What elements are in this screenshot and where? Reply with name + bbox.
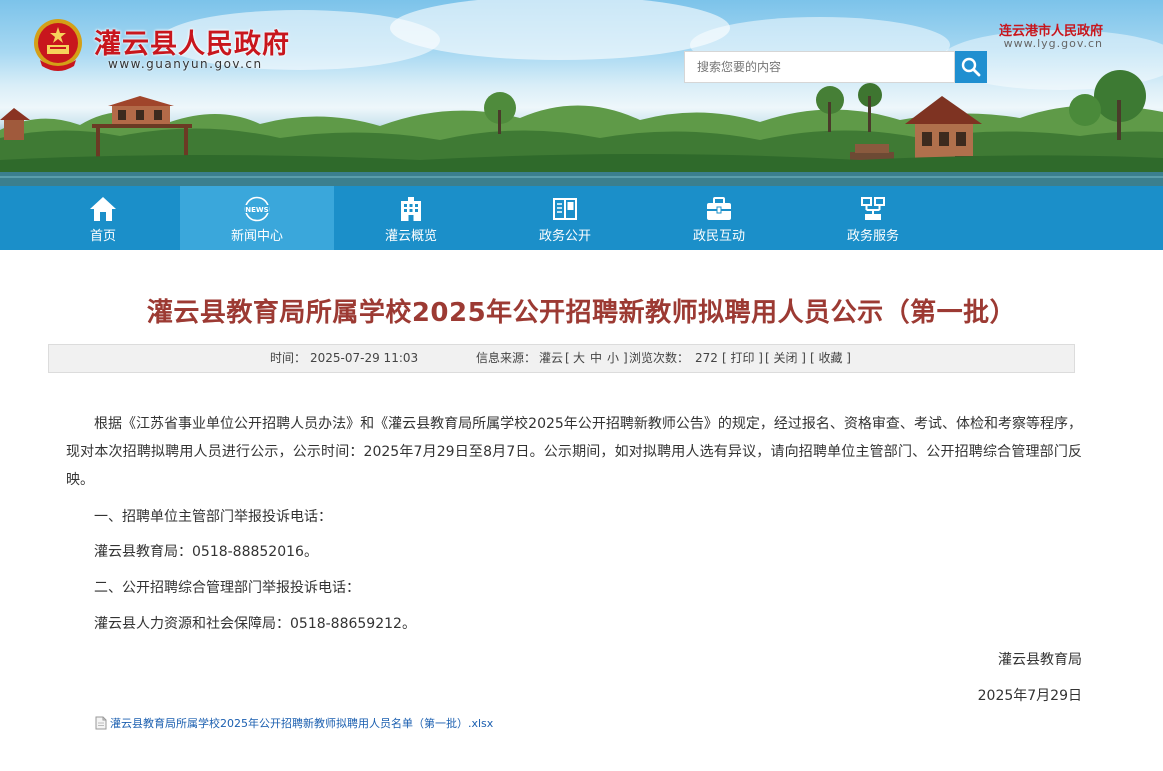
font-size-medium-button[interactable]: 中	[590, 345, 602, 372]
news-icon: NEWS	[244, 196, 270, 222]
nav-item-home[interactable]: 首页	[26, 186, 180, 250]
view-count: 272	[695, 351, 718, 365]
nav-item-news[interactable]: NEWS 新闻中心	[180, 186, 334, 250]
source-value: 灌云	[539, 351, 564, 365]
site-title[interactable]: 灌云县人民政府	[94, 22, 290, 61]
nav-label: 新闻中心	[230, 229, 283, 244]
service-icon	[861, 197, 885, 220]
nav-item-services[interactable]: 政务服务	[796, 186, 950, 250]
complaint-phone-2: 灌云县人力资源和社会保障局：0518-88659212。	[94, 616, 416, 632]
signature-date: 2025年7月29日	[977, 688, 1082, 704]
nav-label: 首页	[89, 229, 116, 244]
article-meta-bar: 时间： 2025-07-29 11:03 信息来源： 灌云 [ 大 中 小 ] …	[48, 344, 1075, 373]
national-emblem-icon	[34, 19, 82, 71]
main-navigation: 首页 NEWS 新闻中心 灌云概览 政务公开 政民互动 政务服务	[0, 186, 1163, 250]
book-icon	[553, 198, 577, 220]
article-paragraph: 根据《江苏省事业单位公开招聘人员办法》和《灌云县教育局所属学校2025年公开招聘…	[66, 416, 1082, 488]
complaint-heading-2: 二、公开招聘综合管理部门举报投诉电话：	[94, 580, 360, 596]
nav-item-overview[interactable]: 灌云概览	[334, 186, 488, 250]
favorite-button[interactable]: [ 收藏 ]	[810, 345, 851, 372]
attachment-link[interactable]: 灌云县教育局所属学校2025年公开招聘新教师拟聘用人员名单（第一批）.xlsx	[95, 715, 493, 731]
close-button[interactable]: [ 关闭 ]	[765, 345, 806, 372]
site-url: www.guanyun.gov.cn	[108, 57, 263, 71]
print-button[interactable]: [ 打印 ]	[722, 345, 763, 372]
font-size-bracket-open: [	[565, 351, 570, 365]
city-government-url: www.lyg.gov.cn	[1003, 37, 1103, 50]
nav-label: 灌云概览	[384, 229, 437, 244]
views-label: 浏览次数：	[629, 351, 690, 365]
complaint-phone-1: 灌云县教育局：0518-88852016。	[94, 544, 318, 560]
nav-label: 政民互动	[692, 229, 745, 244]
time-label: 时间：	[270, 351, 307, 365]
nav-label: 政务公开	[538, 229, 591, 244]
font-size-bracket-close: ]	[623, 351, 628, 365]
search-icon	[961, 57, 981, 77]
svg-text:NEWS: NEWS	[245, 206, 268, 214]
complaint-heading-1: 一、招聘单位主管部门举报投诉电话：	[94, 509, 332, 525]
search-button[interactable]	[955, 51, 987, 83]
font-size-small-button[interactable]: 小	[607, 345, 619, 372]
briefcase-icon	[707, 197, 731, 220]
home-icon	[90, 197, 116, 221]
search-input[interactable]	[684, 51, 955, 83]
building-icon	[401, 197, 421, 221]
signature-org: 灌云县教育局	[998, 652, 1082, 668]
file-icon	[95, 716, 107, 730]
nav-item-government-affairs[interactable]: 政务公开	[488, 186, 642, 250]
nav-item-interaction[interactable]: 政民互动	[642, 186, 796, 250]
attachment-filename: 灌云县教育局所属学校2025年公开招聘新教师拟聘用人员名单（第一批）.xlsx	[110, 717, 494, 730]
publish-time: 2025-07-29 11:03	[310, 351, 419, 365]
font-size-large-button[interactable]: 大	[573, 345, 585, 372]
header-banner: 灌云县人民政府 www.guanyun.gov.cn 连云港市人民政府 www.…	[0, 0, 1163, 186]
article-title: 灌云县教育局所属学校2025年公开招聘新教师拟聘用人员公示（第一批）	[146, 298, 1017, 328]
nav-label: 政务服务	[846, 229, 899, 244]
source-label: 信息来源：	[476, 351, 537, 365]
